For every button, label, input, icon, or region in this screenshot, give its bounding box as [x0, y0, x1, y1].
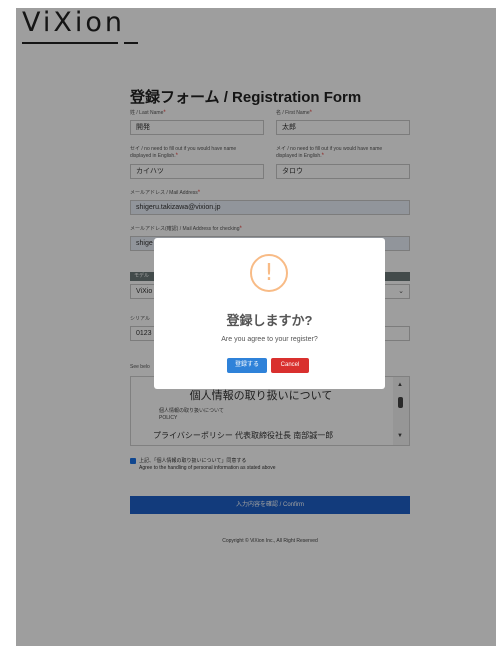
dialog-title: 登録しますか?: [226, 313, 313, 328]
register-button[interactable]: 登録する: [227, 358, 267, 373]
dialog-message: Are you agree to your register?: [221, 336, 318, 343]
confirm-dialog: ! 登録しますか? Are you agree to your register…: [154, 238, 385, 389]
cancel-button[interactable]: Cancel: [271, 358, 309, 373]
warning-icon: !: [250, 254, 288, 292]
page: ViXion 登録フォーム / Registration Form 姓 / La…: [0, 0, 496, 646]
